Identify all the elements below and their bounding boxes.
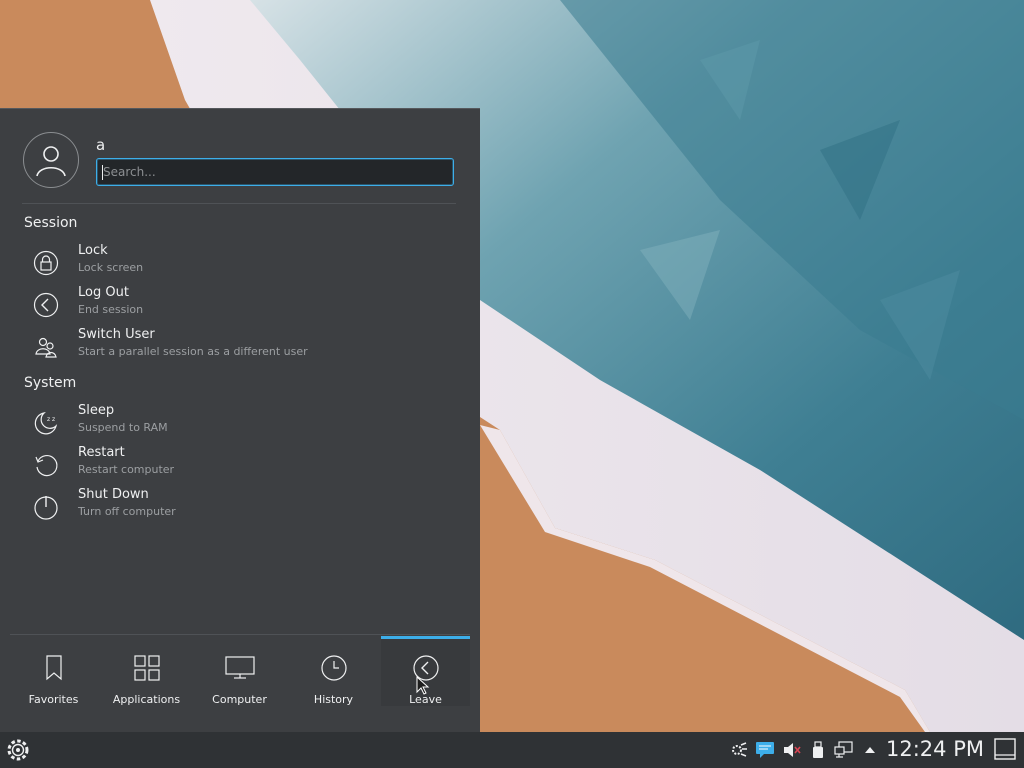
search-box[interactable] bbox=[96, 158, 454, 186]
svg-text:z z: z z bbox=[47, 416, 55, 423]
shutdown-description: Turn off computer bbox=[78, 505, 176, 518]
system-section-title: System bbox=[24, 375, 77, 391]
session-section-title: Session bbox=[24, 215, 78, 231]
usb-drive-tray-item[interactable] bbox=[808, 740, 828, 760]
tab-favorites[interactable]: Favorites bbox=[7, 636, 100, 706]
lock-label: Lock bbox=[78, 243, 108, 258]
volume-tray-item[interactable] bbox=[782, 740, 802, 760]
restart-item[interactable]: Restart Restart computer bbox=[24, 445, 454, 485]
network-tools-tray-item[interactable] bbox=[729, 740, 749, 760]
shutdown-label: Shut Down bbox=[78, 487, 149, 502]
restart-label: Restart bbox=[78, 445, 125, 460]
tabs-divider bbox=[10, 634, 470, 635]
notifications-tray-item[interactable] bbox=[755, 740, 775, 760]
tab-computer-label: Computer bbox=[212, 693, 267, 706]
application-launcher: a Session Lock Lock screen Log Out End s… bbox=[0, 108, 480, 733]
lock-description: Lock screen bbox=[78, 261, 144, 274]
tab-history[interactable]: History bbox=[287, 636, 380, 706]
shutdown-item[interactable]: Shut Down Turn off computer bbox=[24, 487, 454, 527]
switch-user-icon bbox=[30, 333, 62, 361]
usb-drive-icon bbox=[813, 741, 823, 758]
sleep-label: Sleep bbox=[78, 403, 115, 418]
logout-label: Log Out bbox=[78, 285, 129, 300]
user-icon bbox=[36, 146, 66, 177]
switch-user-description: Start a parallel session as a different … bbox=[78, 345, 308, 358]
user-avatar[interactable] bbox=[23, 132, 79, 188]
tab-applications-label: Applications bbox=[112, 693, 181, 706]
restart-description: Restart computer bbox=[78, 463, 175, 476]
network-tray-item[interactable] bbox=[834, 740, 854, 760]
monitor-icon bbox=[193, 654, 286, 682]
taskbar: 12:24 PM bbox=[0, 732, 1024, 768]
tab-history-label: History bbox=[313, 693, 354, 706]
sleep-description: Suspend to RAM bbox=[78, 421, 168, 434]
lock-item[interactable]: Lock Lock screen bbox=[24, 243, 454, 283]
logout-icon bbox=[30, 291, 62, 319]
header-divider bbox=[22, 203, 456, 204]
bookmark-icon bbox=[7, 654, 100, 682]
switch-user-label: Switch User bbox=[78, 327, 155, 342]
mouse-cursor-icon bbox=[416, 676, 430, 695]
kde-gear-icon bbox=[7, 739, 29, 761]
digital-clock[interactable]: 12:24 PM bbox=[886, 737, 984, 761]
network-wired-icon bbox=[834, 741, 853, 758]
restart-icon bbox=[30, 451, 62, 479]
power-icon bbox=[30, 493, 62, 521]
application-launcher-button[interactable] bbox=[5, 737, 31, 763]
notifications-icon bbox=[756, 742, 774, 758]
show-desktop-button[interactable] bbox=[994, 738, 1016, 760]
logout-description: End session bbox=[78, 303, 144, 316]
grid-icon bbox=[100, 654, 193, 682]
volume-muted-icon bbox=[784, 743, 801, 757]
tab-leave[interactable]: Leave bbox=[381, 636, 470, 706]
tab-favorites-label: Favorites bbox=[28, 693, 79, 706]
search-input[interactable] bbox=[97, 159, 453, 185]
expand-tray-icon bbox=[865, 747, 875, 753]
sleep-icon: z z bbox=[30, 409, 62, 437]
switch-user-item[interactable]: Switch User Start a parallel session as … bbox=[24, 327, 454, 367]
clock-icon bbox=[287, 654, 380, 682]
tab-applications[interactable]: Applications bbox=[100, 636, 193, 706]
logout-item[interactable]: Log Out End session bbox=[24, 285, 454, 325]
user-name: a bbox=[96, 136, 106, 154]
show-desktop-icon bbox=[994, 738, 1016, 760]
lock-icon bbox=[30, 249, 62, 277]
sleep-item[interactable]: z z Sleep Suspend to RAM bbox=[24, 403, 454, 443]
tab-computer[interactable]: Computer bbox=[193, 636, 286, 706]
text-caret bbox=[102, 165, 103, 180]
network-tools-icon bbox=[732, 742, 747, 757]
expand-tray-button[interactable] bbox=[860, 740, 880, 760]
